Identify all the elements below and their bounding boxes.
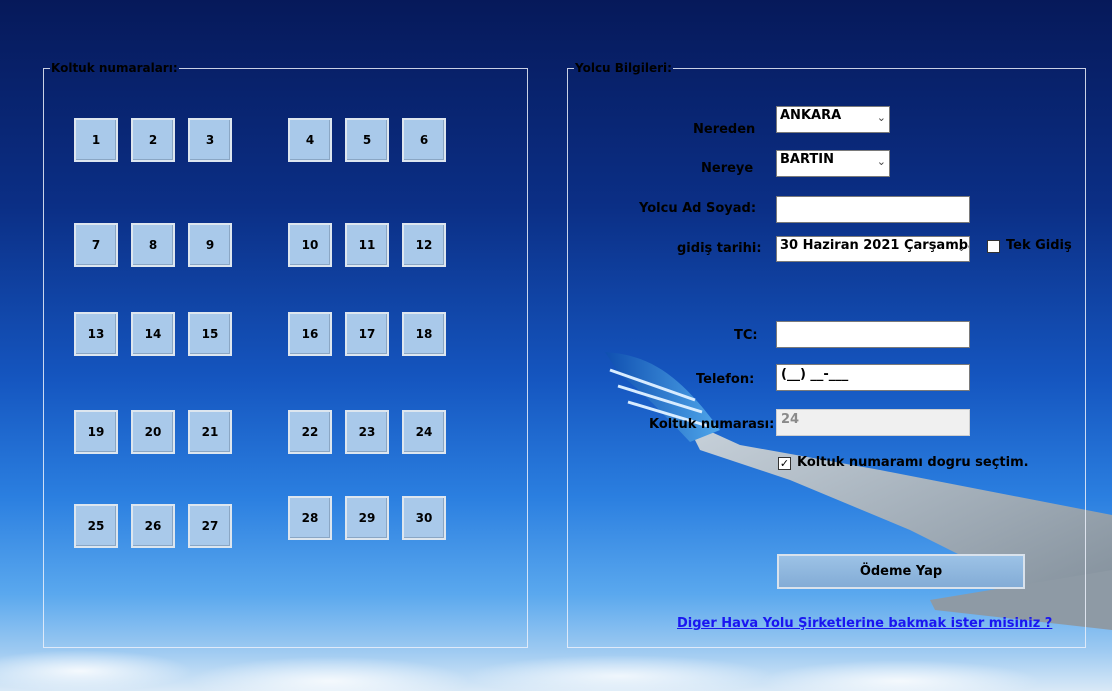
seat-button-3[interactable]: 3 bbox=[188, 118, 232, 162]
chevron-down-icon: ⌄ bbox=[956, 241, 966, 254]
seat-button-26[interactable]: 26 bbox=[131, 504, 175, 548]
phone-label: Telefon: bbox=[696, 372, 755, 387]
chevron-down-icon: ⌄ bbox=[876, 111, 886, 124]
seat-button-17[interactable]: 17 bbox=[345, 312, 389, 356]
seat-button-16[interactable]: 16 bbox=[288, 312, 332, 356]
departure-date-picker[interactable]: 30 Haziran 2021 Çarşamba ⌄ bbox=[776, 236, 970, 262]
from-select[interactable]: ANKARA ⌄ bbox=[776, 106, 890, 133]
seat-button-21[interactable]: 21 bbox=[188, 410, 232, 454]
to-select[interactable]: BARTIN ⌄ bbox=[776, 150, 890, 177]
departure-date-label: gidiş tarihi: bbox=[677, 241, 762, 256]
seat-button-29[interactable]: 29 bbox=[345, 496, 389, 540]
from-label: Nereden bbox=[693, 122, 756, 137]
passenger-name-input[interactable] bbox=[776, 196, 970, 223]
seat-button-14[interactable]: 14 bbox=[131, 312, 175, 356]
seat-button-2[interactable]: 2 bbox=[131, 118, 175, 162]
seat-button-19[interactable]: 19 bbox=[74, 410, 118, 454]
tc-label: TC: bbox=[734, 328, 758, 343]
seat-button-13[interactable]: 13 bbox=[74, 312, 118, 356]
phone-input[interactable]: (__) __-___ bbox=[776, 364, 970, 391]
seat-button-30[interactable]: 30 bbox=[402, 496, 446, 540]
one-way-checkbox[interactable] bbox=[987, 240, 1000, 253]
payment-button[interactable]: Ödeme Yap bbox=[777, 554, 1025, 589]
seat-number-field: 24 bbox=[776, 409, 970, 436]
passenger-group-title: Yolcu Bilgileri: bbox=[575, 61, 672, 75]
one-way-label: Tek Gidiş bbox=[1006, 238, 1072, 253]
passenger-name-label: Yolcu Ad Soyad: bbox=[639, 201, 757, 216]
to-label: Nereye bbox=[701, 161, 754, 176]
confirm-seat-label: Koltuk numaramı dogru seçtim. bbox=[797, 455, 1029, 470]
seat-button-22[interactable]: 22 bbox=[288, 410, 332, 454]
seat-button-20[interactable]: 20 bbox=[131, 410, 175, 454]
departure-date-value: 30 Haziran 2021 Çarşamba bbox=[780, 238, 970, 253]
seat-group-title: Koltuk numaraları: bbox=[51, 61, 178, 75]
seat-button-4[interactable]: 4 bbox=[288, 118, 332, 162]
seat-button-12[interactable]: 12 bbox=[402, 223, 446, 267]
seat-button-24[interactable]: 24 bbox=[402, 410, 446, 454]
tc-input[interactable] bbox=[776, 321, 970, 348]
seat-button-18[interactable]: 18 bbox=[402, 312, 446, 356]
seat-button-27[interactable]: 27 bbox=[188, 504, 232, 548]
seat-button-1[interactable]: 1 bbox=[74, 118, 118, 162]
checkmark-icon: ✓ bbox=[779, 457, 790, 470]
seat-button-5[interactable]: 5 bbox=[345, 118, 389, 162]
seat-button-11[interactable]: 11 bbox=[345, 223, 389, 267]
seat-button-23[interactable]: 23 bbox=[345, 410, 389, 454]
seat-button-7[interactable]: 7 bbox=[74, 223, 118, 267]
seat-button-9[interactable]: 9 bbox=[188, 223, 232, 267]
to-select-value: BARTIN bbox=[780, 152, 834, 167]
seat-button-28[interactable]: 28 bbox=[288, 496, 332, 540]
seat-button-15[interactable]: 15 bbox=[188, 312, 232, 356]
from-select-value: ANKARA bbox=[780, 108, 842, 123]
confirm-seat-checkbox[interactable]: ✓ bbox=[778, 457, 791, 470]
chevron-down-icon: ⌄ bbox=[876, 155, 886, 168]
seat-number-label: Koltuk numarası: bbox=[649, 417, 775, 432]
seat-button-10[interactable]: 10 bbox=[288, 223, 332, 267]
other-airlines-link[interactable]: Diger Hava Yolu Şirketlerine bakmak iste… bbox=[677, 616, 1052, 631]
seat-button-6[interactable]: 6 bbox=[402, 118, 446, 162]
seat-button-25[interactable]: 25 bbox=[74, 504, 118, 548]
seat-button-8[interactable]: 8 bbox=[131, 223, 175, 267]
